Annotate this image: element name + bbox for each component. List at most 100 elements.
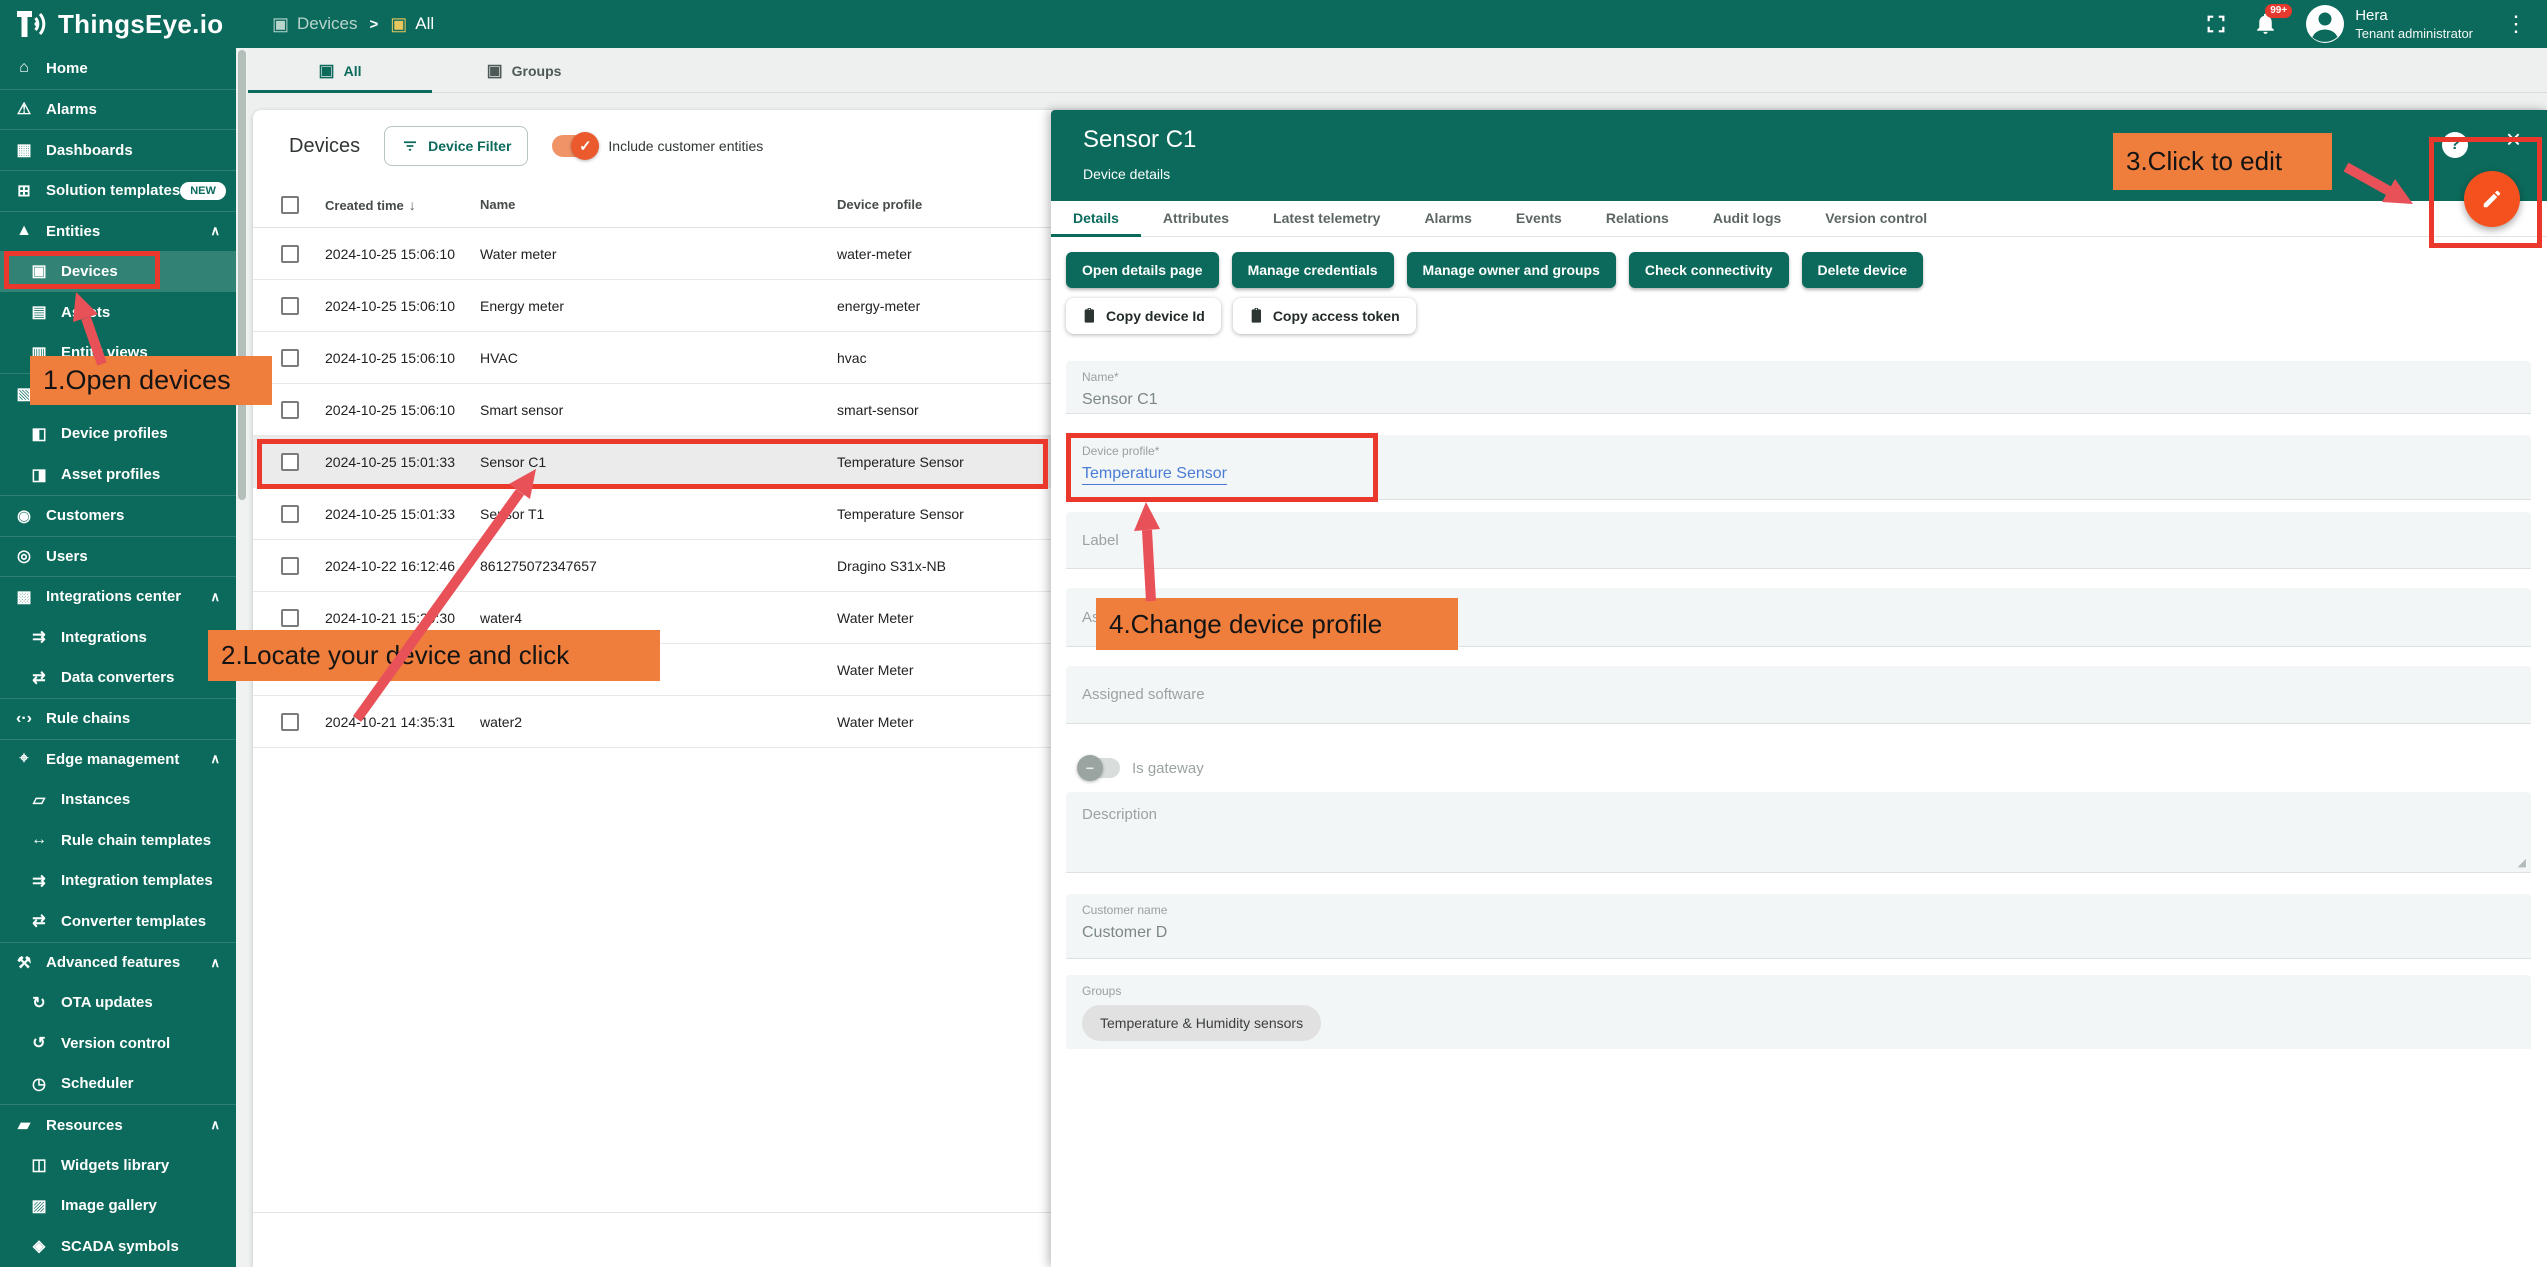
sidebar-item-label: Integration templates xyxy=(61,872,213,889)
sidebar-item[interactable]: ▱ Instances xyxy=(0,779,236,820)
fullscreen-icon[interactable] xyxy=(2205,13,2227,35)
sidebar-item[interactable]: ◧ Device profiles xyxy=(0,414,236,455)
help-icon[interactable]: ? xyxy=(2442,132,2468,158)
panel-tab[interactable]: Details xyxy=(1051,210,1141,236)
sidebar-item[interactable]: ◎ Users xyxy=(0,536,236,577)
device-filter-button[interactable]: Device Filter xyxy=(384,126,528,166)
sidebar-item[interactable]: ▥ Entity views xyxy=(0,332,236,373)
row-checkbox[interactable] xyxy=(281,713,299,731)
sidebar-item-label: Converter templates xyxy=(61,913,206,930)
sidebar-item[interactable]: ◫ Widgets library xyxy=(0,1145,236,1186)
sidebar-scrollbar[interactable] xyxy=(236,48,248,1267)
panel-action-button[interactable]: Check connectivity xyxy=(1629,252,1789,288)
panel-tab[interactable]: Relations xyxy=(1584,210,1691,236)
panel-tab[interactable]: Latest telemetry xyxy=(1251,210,1402,236)
sidebar-item[interactable]: ⇉ Integration templates xyxy=(0,861,236,902)
sidebar-item-label: Widgets library xyxy=(61,1157,169,1174)
sidebar-item[interactable]: ⇉ Integrations xyxy=(0,617,236,658)
kebab-menu-icon[interactable]: ⋮ xyxy=(2499,11,2533,37)
sidebar-item[interactable]: ↻ OTA updates xyxy=(0,982,236,1023)
breadcrumb-all[interactable]: ▣ All xyxy=(390,14,434,34)
sidebar-item[interactable]: ‹·› Rule chains xyxy=(0,698,236,739)
sidebar-item[interactable]: ⊞ Solution templates NEW xyxy=(0,170,236,211)
row-checkbox[interactable] xyxy=(281,349,299,367)
alarms-icon: ⚠ xyxy=(12,97,36,121)
panel-tab[interactable]: Audit logs xyxy=(1691,210,1803,236)
name-field-value: Sensor C1 xyxy=(1082,391,2515,409)
sidebar-item[interactable]: ◈ SCADA symbols xyxy=(0,1226,236,1267)
row-checkbox[interactable] xyxy=(281,453,299,471)
sidebar-item[interactable]: ◷ Scheduler xyxy=(0,1064,236,1105)
panel-action-button[interactable]: Manage credentials xyxy=(1232,252,1394,288)
edge-management-icon: ⌖ xyxy=(12,747,36,771)
include-customer-entities-toggle[interactable]: ✓ Include customer entities xyxy=(552,135,763,157)
row-checkbox[interactable] xyxy=(281,557,299,575)
sidebar-item[interactable]: ⌂ Home xyxy=(0,48,236,89)
user-menu[interactable]: Hera Tenant administrator xyxy=(2305,4,2473,44)
sidebar-item[interactable]: ▦ Dashboards xyxy=(0,129,236,170)
copy-button[interactable]: Copy device Id xyxy=(1066,298,1221,334)
entities-icon: ▲ xyxy=(12,219,36,243)
device-profile-link[interactable]: Temperature Sensor xyxy=(1082,465,1227,485)
app-logo[interactable]: ThingsEye.io xyxy=(0,9,250,40)
row-checkbox[interactable] xyxy=(281,245,299,263)
sidebar-item[interactable]: ▰ Resources ∧ xyxy=(0,1104,236,1145)
sidebar-item[interactable]: ↺ Version control xyxy=(0,1023,236,1064)
notifications-button[interactable]: 99+ xyxy=(2253,11,2279,37)
row-checkbox[interactable] xyxy=(281,609,299,627)
sidebar-item[interactable]: ◨ Asset profiles xyxy=(0,454,236,495)
sidebar-item[interactable]: ▨ Image gallery xyxy=(0,1186,236,1227)
column-header-created-time[interactable]: Created time↓ xyxy=(325,197,480,213)
sidebar-item[interactable]: ◉ Customers xyxy=(0,495,236,536)
sidebar-item[interactable]: ⇄ Data converters xyxy=(0,657,236,698)
sidebar-item[interactable]: ▧ ∧ xyxy=(0,373,236,414)
cell-created-time: 2024-10-25 15:06:10 xyxy=(325,350,480,366)
notifications-badge: 99+ xyxy=(2265,4,2292,18)
resize-handle-icon[interactable]: ◢ xyxy=(2518,856,2526,869)
panel-tab[interactable]: Attributes xyxy=(1141,210,1251,236)
sidebar-item[interactable]: ⚒ Advanced features ∧ xyxy=(0,942,236,983)
sidebar-item[interactable]: ▤ Assets xyxy=(0,292,236,333)
customer-name-value: Customer D xyxy=(1082,924,2515,942)
view-tab[interactable]: ▣ All xyxy=(248,49,432,92)
sidebar-scrollbar-thumb[interactable] xyxy=(238,50,246,500)
edit-fab-button[interactable] xyxy=(2464,171,2520,227)
panel-tab[interactable]: Version control xyxy=(1803,210,1949,236)
panel-action-button[interactable]: Open details page xyxy=(1066,252,1219,288)
customer-name-field: Customer name Customer D xyxy=(1066,894,2531,959)
column-header-name[interactable]: Name xyxy=(480,197,837,212)
view-tab[interactable]: ▣ Groups xyxy=(432,49,616,92)
version-control-icon: ↺ xyxy=(27,1031,51,1055)
select-all-checkbox[interactable] xyxy=(281,196,299,214)
close-icon[interactable]: × xyxy=(2506,126,2521,152)
assigned-software-field: Assigned software xyxy=(1066,666,2531,724)
copy-button[interactable]: Copy access token xyxy=(1233,298,1416,334)
panel-action-button[interactable]: Delete device xyxy=(1802,252,1924,288)
sidebar-item[interactable]: ↔ Rule chain templates xyxy=(0,820,236,861)
sidebar-item[interactable]: ⇄ Converter templates xyxy=(0,901,236,942)
chevron-up-icon: ∧ xyxy=(210,1117,220,1133)
cell-name: Smart sensor xyxy=(480,402,837,418)
label-field: Label xyxy=(1066,512,2531,569)
row-checkbox[interactable] xyxy=(281,505,299,523)
row-checkbox[interactable] xyxy=(281,297,299,315)
row-checkbox[interactable] xyxy=(281,661,299,679)
panel-tab[interactable]: Events xyxy=(1494,210,1584,236)
panel-action-button[interactable]: Manage owner and groups xyxy=(1407,252,1616,288)
device-details-form: Name* Sensor C1 Device profile* Temperat… xyxy=(1066,361,2531,1049)
panel-tab[interactable]: Alarms xyxy=(1402,210,1493,236)
sidebar-item[interactable]: ▩ Integrations center ∧ xyxy=(0,576,236,617)
toggle-on-icon[interactable]: ✓ xyxy=(552,135,596,157)
rule-chain-templates-icon: ↔ xyxy=(27,828,51,852)
sidebar-item[interactable]: ⌖ Edge management ∧ xyxy=(0,739,236,780)
sidebar-item-label: Version control xyxy=(61,1035,170,1052)
sidebar-item-label: Alarms xyxy=(46,101,97,118)
cell-created-time: 2024-10-25 15:06:10 xyxy=(325,402,480,418)
sidebar-item[interactable]: ▲ Entities ∧ xyxy=(0,211,236,252)
sidebar-item[interactable]: ▣ Devices xyxy=(0,251,236,292)
row-checkbox[interactable] xyxy=(281,401,299,419)
sidebar-item[interactable]: ⚠ Alarms xyxy=(0,89,236,130)
sidebar-item-label: Dashboards xyxy=(46,142,133,159)
breadcrumb-devices[interactable]: ▣ Devices xyxy=(272,14,357,34)
data-converters-icon: ⇄ xyxy=(27,666,51,690)
